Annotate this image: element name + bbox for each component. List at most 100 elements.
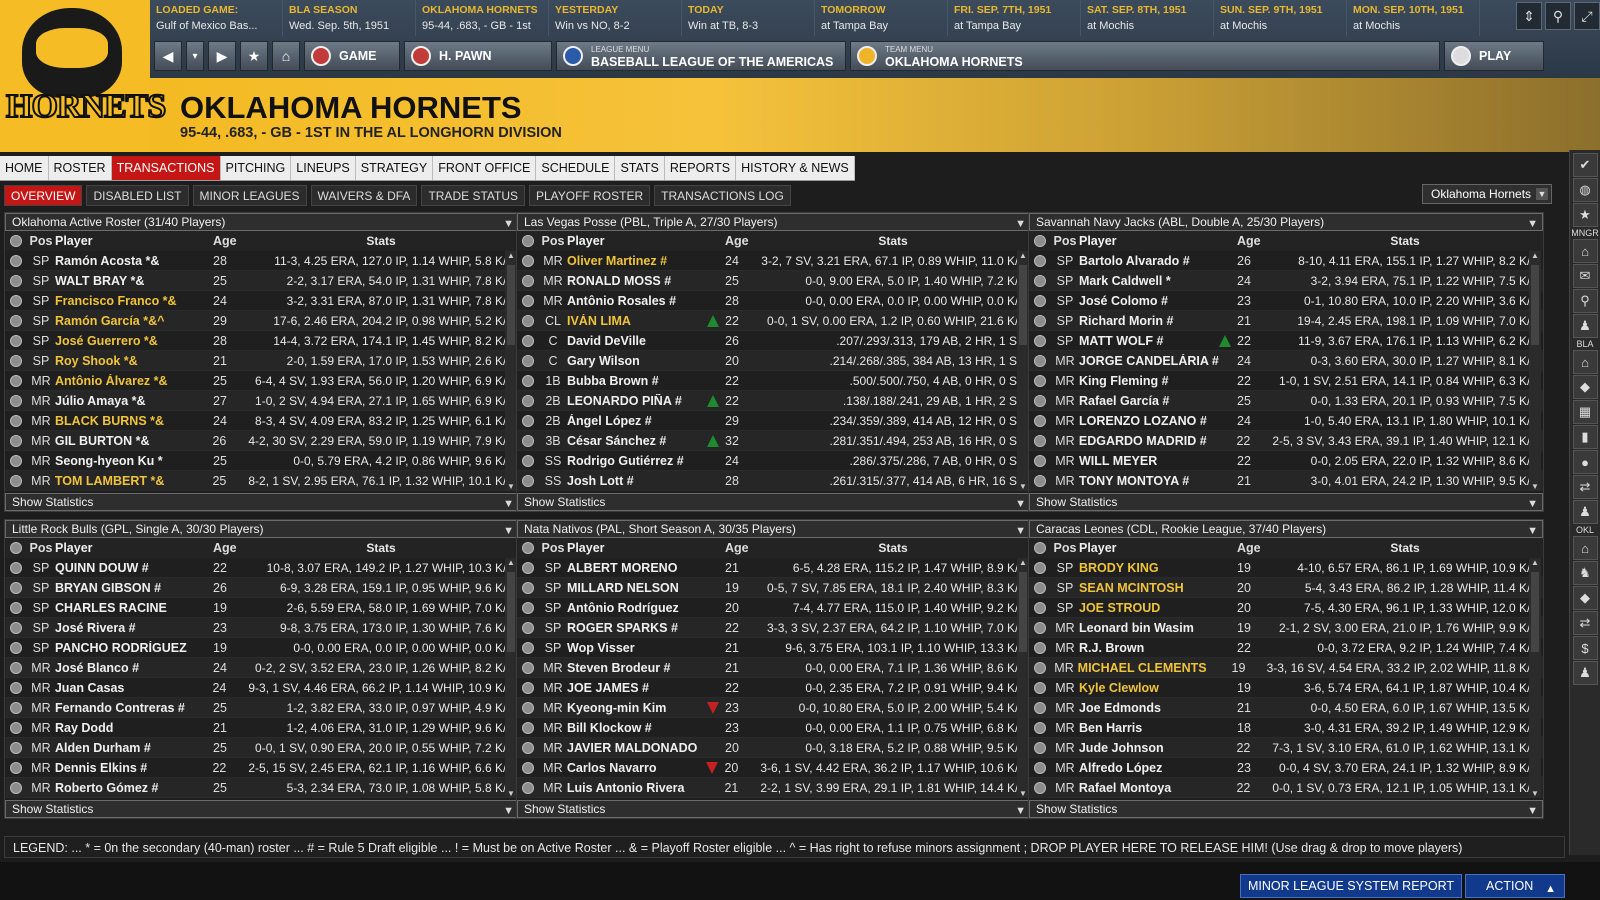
player-name[interactable]: Ramón Acosta *& xyxy=(55,254,195,268)
player-name[interactable]: Steven Brodeur # xyxy=(567,661,707,675)
expand-icon[interactable]: ⤢ xyxy=(1574,2,1600,30)
player-row[interactable]: SP Antônio Rodríguez 20 7-4, 4.77 ERA, 115.… xyxy=(517,598,1031,618)
player-select[interactable] xyxy=(1029,761,1051,774)
player-name[interactable]: Antônio Rosales # xyxy=(567,294,707,308)
player-name[interactable]: José Colomo # xyxy=(1079,294,1219,308)
player-row[interactable]: MR Dennis Elkins # 22 2-5, 15 SV, 2.45 ERA,… xyxy=(5,758,519,778)
player-select[interactable] xyxy=(1029,374,1051,387)
show-statistics-dropdown[interactable]: Show Statistics ▼ xyxy=(5,800,519,818)
column-player[interactable]: Player xyxy=(1079,234,1219,248)
tab-reports[interactable]: REPORTS xyxy=(665,156,737,180)
player-select[interactable] xyxy=(5,454,27,467)
player-select[interactable] xyxy=(1029,314,1051,327)
player-row[interactable]: MR Alfredo López 23 0-0, 4 SV, 3.70 ERA, 24… xyxy=(1029,758,1543,778)
player-name[interactable]: Roy Shook *& xyxy=(55,354,195,368)
player-select[interactable] xyxy=(517,394,539,407)
player-select[interactable] xyxy=(517,434,539,447)
scroll-up-icon[interactable]: ▲ xyxy=(1529,558,1541,567)
tab-transactions[interactable]: TRANSACTIONS xyxy=(111,156,221,180)
tab-strategy[interactable]: STRATEGY xyxy=(356,156,434,180)
player-row[interactable]: SP Roy Shook *& 21 2-0, 1.59 ERA, 17.0 IP, … xyxy=(5,351,519,371)
player-select[interactable] xyxy=(5,334,27,347)
player-select[interactable] xyxy=(517,641,539,654)
player-select[interactable] xyxy=(517,681,539,694)
player-name[interactable]: QUINN DOUW # xyxy=(55,561,195,575)
team-selector[interactable]: Oklahoma Hornets ▼ xyxy=(1422,184,1552,204)
player-row[interactable]: SP QUINN DOUW # 22 10-8, 3.07 ERA, 149.2 IP… xyxy=(5,558,519,578)
player-name[interactable]: Bubba Brown # xyxy=(567,374,707,388)
column-age[interactable]: Age xyxy=(209,234,249,248)
scrollbar-thumb[interactable] xyxy=(1019,572,1027,652)
player-row[interactable]: C David DeVille 26 .207/.293/.313, 179 AB, … xyxy=(517,331,1031,351)
transfer-icon[interactable]: ⇄ xyxy=(1572,611,1598,635)
player-row[interactable]: SP Richard Morin # 21 19-4, 2.45 ERA, 198.1… xyxy=(1029,311,1543,331)
player-name[interactable]: Jude Johnson xyxy=(1079,741,1219,755)
player-select[interactable] xyxy=(1029,454,1051,467)
player-name[interactable]: Oliver Martinez # xyxy=(567,254,707,268)
player-name[interactable]: MATT WOLF # xyxy=(1079,334,1219,348)
player-name[interactable]: Kyle Clewlow xyxy=(1079,681,1219,695)
player-name[interactable]: Mark Caldwell * xyxy=(1079,274,1219,288)
player-row[interactable]: 3B César Sánchez # 32 .281/.351/.494, 253 A… xyxy=(517,431,1031,451)
scroll-down-icon[interactable]: ▼ xyxy=(1529,482,1541,491)
player-row[interactable]: MR TOM LAMBERT *& 25 8-2, 1 SV, 2.95 ERA, 7… xyxy=(5,471,519,491)
tab-home[interactable]: HOME xyxy=(0,156,49,180)
player-select[interactable] xyxy=(1029,641,1051,654)
player-name[interactable]: Antônio Rodríguez xyxy=(567,601,707,615)
player-select[interactable] xyxy=(1029,721,1051,734)
player-select[interactable] xyxy=(1029,334,1051,347)
schedule-cell[interactable]: LOADED GAME: Gulf of Mexico Bas... xyxy=(150,0,283,36)
subtab-disabled-list[interactable]: DISABLED LIST xyxy=(86,185,189,206)
player-name[interactable]: ROGER SPARKS # xyxy=(567,621,707,635)
manager-menu-button[interactable]: H. PAWN xyxy=(404,41,552,71)
column-pos[interactable]: Pos xyxy=(27,234,55,248)
player-name[interactable]: Carlos Navarro xyxy=(567,761,707,775)
scrollbar[interactable]: ▲ ▼ xyxy=(1529,251,1541,491)
show-statistics-dropdown[interactable]: Show Statistics ▼ xyxy=(517,800,1031,818)
player-name[interactable]: Alfredo López xyxy=(1079,761,1219,775)
player-row[interactable]: MR Kyeong-min Kim 23 0-0, 10.80 ERA, 5.0 IP… xyxy=(517,698,1031,718)
player-row[interactable]: SS Rodrigo Gutiérrez # 24 .286/.375/.286, 7… xyxy=(517,451,1031,471)
player-select[interactable] xyxy=(5,781,27,794)
player-row[interactable]: SP Ramón Acosta *& 28 11-3, 4.25 ERA, 127.0… xyxy=(5,251,519,271)
player-name[interactable]: Kyeong-min Kim xyxy=(567,701,707,715)
roster-panel-selector[interactable]: Caracas Leones (CDL, Rookie League, 37/4… xyxy=(1029,520,1543,538)
column-age[interactable]: Age xyxy=(209,541,249,555)
player-select[interactable] xyxy=(1029,681,1051,694)
player-name[interactable]: José Blanco # xyxy=(55,661,195,675)
player-row[interactable]: SP ROGER SPARKS # 22 3-3, 3 SV, 2.37 ERA, 6… xyxy=(517,618,1031,638)
player-row[interactable]: 2B LEONARDO PIÑA # 22 .138/.188/.241, 29 AB… xyxy=(517,391,1031,411)
player-name[interactable]: BRYAN GIBSON # xyxy=(55,581,195,595)
tab-schedule[interactable]: SCHEDULE xyxy=(536,156,616,180)
player-row[interactable]: MR Leonard bin Wasim 19 2-1, 2 SV, 3.00 ERA… xyxy=(1029,618,1543,638)
player-row[interactable]: MR WILL MEYER 22 0-0, 2.05 ERA, 22.0 IP, 1.… xyxy=(1029,451,1543,471)
player-row[interactable]: MR Ray Dodd 21 1-2, 4.06 ERA, 31.0 IP, 1.29… xyxy=(5,718,519,738)
player-row[interactable]: SP ALBERT MORENO 21 6-5, 4.28 ERA, 115.2 IP… xyxy=(517,558,1031,578)
player-select[interactable] xyxy=(1029,621,1051,634)
player-name[interactable]: César Sánchez # xyxy=(567,434,707,448)
select-all-icon[interactable] xyxy=(5,235,27,247)
player-row[interactable]: SP BRYAN GIBSON # 26 6-9, 3.28 ERA, 159.1 I… xyxy=(5,578,519,598)
player-select[interactable] xyxy=(517,414,539,427)
player-row[interactable]: SP José Rivera # 23 9-8, 3.75 ERA, 173.0 IP… xyxy=(5,618,519,638)
player-select[interactable] xyxy=(5,434,27,447)
column-stats[interactable]: Stats xyxy=(761,541,1031,555)
player-row[interactable]: MR RONALD MOSS # 25 0-0, 9.00 ERA, 5.0 IP, … xyxy=(517,271,1031,291)
schedule-cell[interactable]: SUN. SEP. 9TH, 1951 at Mochis xyxy=(1214,0,1347,36)
schedule-cell[interactable]: YESTERDAY Win vs NO, 8-2 xyxy=(549,0,682,36)
player-select[interactable] xyxy=(5,414,27,427)
player-row[interactable]: MR EDGARDO MADRID # 22 2-5, 3 SV, 3.43 ERA,… xyxy=(1029,431,1543,451)
column-age[interactable]: Age xyxy=(721,234,761,248)
player-row[interactable]: MR BLACK BURNS *& 24 8-3, 4 SV, 4.09 ERA, 8… xyxy=(5,411,519,431)
player-name[interactable]: RONALD MOSS # xyxy=(567,274,707,288)
mail-icon[interactable]: ✉ xyxy=(1572,264,1598,288)
player-row[interactable]: MR Seong-hyeon Ku * 25 0-0, 5.79 ERA, 4.2 I… xyxy=(5,451,519,471)
player-select[interactable] xyxy=(517,781,539,794)
transfer-icon[interactable]: ⇄ xyxy=(1572,475,1598,499)
select-all-icon[interactable] xyxy=(5,542,27,554)
player-row[interactable]: SP WALT BRAY *& 25 2-2, 3.17 ERA, 54.0 IP, … xyxy=(5,271,519,291)
show-statistics-dropdown[interactable]: Show Statistics ▼ xyxy=(5,493,519,511)
player-name[interactable]: King Fleming # xyxy=(1079,374,1219,388)
player-name[interactable]: Rodrigo Gutiérrez # xyxy=(567,454,707,468)
column-pos[interactable]: Pos xyxy=(1051,541,1079,555)
